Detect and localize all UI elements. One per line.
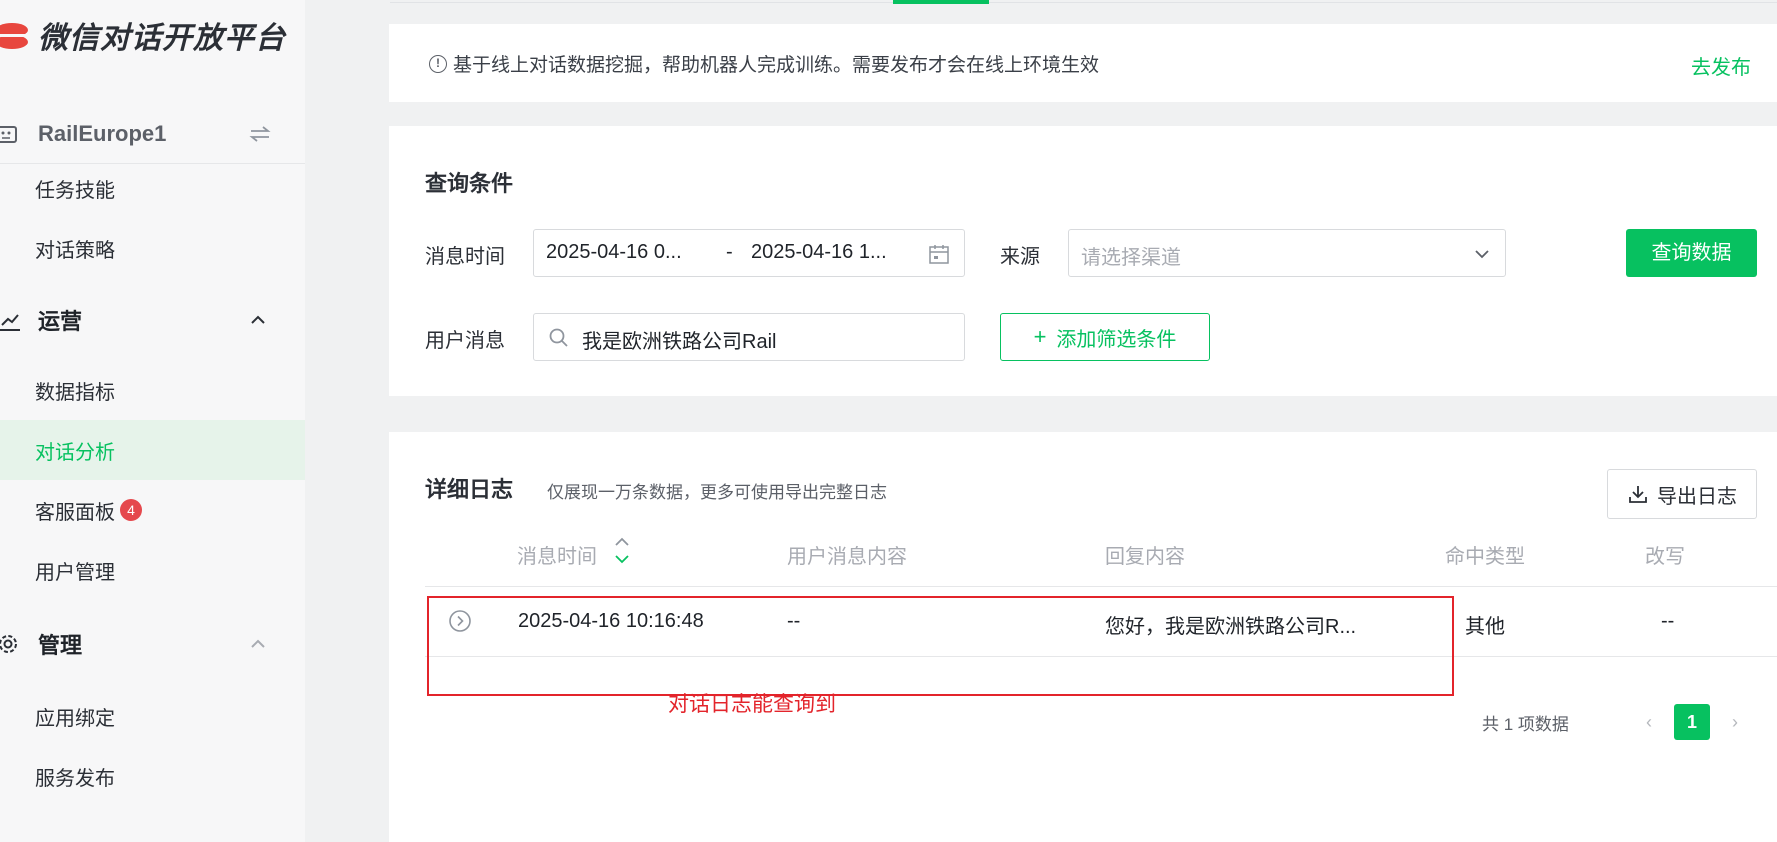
active-tab-indicator <box>893 0 989 4</box>
sidebar-item-dialog-analysis[interactable]: 对话分析 <box>0 420 305 480</box>
date-end[interactable]: 2025-04-16 1... <box>751 241 887 264</box>
source-select[interactable]: 请选择渠道 <box>1068 229 1506 277</box>
search-icon <box>549 328 568 347</box>
cell-rewrite: -- <box>1661 610 1675 632</box>
switch-icon[interactable] <box>248 122 272 146</box>
user-message-label: 用户消息 <box>425 330 505 352</box>
export-log-button[interactable]: 导出日志 <box>1607 469 1757 519</box>
notice-text: 基于线上对话数据挖掘，帮助机器人完成训练。需要发布才会在线上环境生效 <box>453 55 1100 76</box>
log-panel: 详细日志 仅展现一万条数据，更多可使用导出完整日志 导出日志 消息时间 用户消息… <box>389 432 1777 842</box>
chevron-up-icon[interactable] <box>248 310 268 330</box>
chevron-up-icon[interactable] <box>248 634 268 654</box>
sidebar-item-app-binding[interactable]: 应用绑定 <box>0 686 305 746</box>
source-placeholder: 请选择渠道 <box>1081 247 1181 269</box>
download-icon <box>1629 486 1647 503</box>
sidebar-item-user-management[interactable]: 用户管理 <box>0 540 305 600</box>
add-filter-button[interactable]: + 添加筛选条件 <box>1000 313 1210 361</box>
calendar-icon[interactable] <box>928 243 950 265</box>
query-data-button[interactable]: 查询数据 <box>1626 229 1757 277</box>
time-label: 消息时间 <box>425 246 505 268</box>
query-panel: 查询条件 消息时间 2025-04-16 0... - 2025-04-16 1… <box>389 126 1777 396</box>
sidebar-item-label: 服务发布 <box>35 767 115 790</box>
sidebar-item-service-panel[interactable]: 客服面板 4 <box>0 480 305 540</box>
pager-page-1[interactable]: 1 <box>1674 704 1710 740</box>
sidebar-item-label: 对话分析 <box>35 441 115 464</box>
sidebar-item-task-skills[interactable]: 任务技能 <box>0 158 305 218</box>
date-range-picker[interactable]: 2025-04-16 0... - 2025-04-16 1... <box>533 229 965 277</box>
source-label: 来源 <box>1000 246 1040 268</box>
sidebar-item-dialog-strategy[interactable]: 对话策略 <box>0 218 305 278</box>
column-header-rewrite: 改写 <box>1645 546 1685 568</box>
bot-name: RailEurope1 <box>38 120 167 146</box>
tab-bar-divider <box>390 2 1777 3</box>
user-message-value: 我是欧洲铁路公司Rail <box>582 331 777 353</box>
sidebar: 微信对话开放平台 RailEurope1 任务技能 对话策略 运营 数据指标 对… <box>0 0 305 842</box>
sidebar-item-label: 应用绑定 <box>35 707 115 730</box>
pager-total: 共 1 项数据 <box>1482 715 1569 734</box>
publish-link[interactable]: 去发布 <box>1691 51 1751 80</box>
sidebar-item-label: 用户管理 <box>35 561 115 584</box>
date-separator: - <box>726 241 733 263</box>
user-message-input[interactable]: 我是欧洲铁路公司Rail <box>533 313 965 361</box>
plus-icon: + <box>1033 324 1047 349</box>
sidebar-item-label: 客服面板 <box>35 501 115 524</box>
chevron-down-icon <box>1475 250 1489 259</box>
gear-icon <box>0 635 17 653</box>
bot-selector[interactable]: RailEurope1 <box>0 104 305 164</box>
notification-badge: 4 <box>120 499 142 521</box>
column-header-reply: 回复内容 <box>1105 546 1185 568</box>
sidebar-group-management[interactable]: 管理 <box>0 614 305 674</box>
log-title: 详细日志 <box>425 477 514 502</box>
log-subtitle: 仅展现一万条数据，更多可使用导出完整日志 <box>547 483 887 502</box>
sidebar-item-service-publish[interactable]: 服务发布 <box>0 746 305 806</box>
sidebar-item-label: 对话策略 <box>35 239 115 262</box>
app-title: 微信对话开放平台 <box>38 22 286 55</box>
info-icon: ! <box>429 54 447 73</box>
trend-chart-icon <box>0 314 20 331</box>
sidebar-group-label: 管理 <box>38 633 83 658</box>
notice-banner: ! 基于线上对话数据挖掘，帮助机器人完成训练。需要发布才会在线上环境生效 去发布 <box>389 24 1777 102</box>
cell-hit-type: 其他 <box>1465 616 1505 638</box>
pager-prev-button[interactable]: ‹ <box>1631 704 1667 740</box>
sidebar-item-metrics[interactable]: 数据指标 <box>0 360 305 420</box>
sidebar-group-label: 运营 <box>38 309 83 334</box>
sidebar-item-label: 数据指标 <box>35 381 115 404</box>
export-label: 导出日志 <box>1657 485 1737 508</box>
sidebar-group-operations[interactable]: 运营 <box>0 290 305 350</box>
column-header-time[interactable]: 消息时间 <box>517 540 597 569</box>
query-title: 查询条件 <box>425 171 514 196</box>
annotation-highlight-box <box>427 596 1454 696</box>
sidebar-item-label: 任务技能 <box>35 179 115 202</box>
app-logo[interactable]: 微信对话开放平台 <box>0 14 286 56</box>
logo-icon <box>0 17 30 53</box>
annotation-text: 对话日志能查询到 <box>668 693 836 716</box>
robot-icon <box>0 126 17 143</box>
sort-icon[interactable] <box>614 536 630 566</box>
table-header-divider <box>425 586 1777 587</box>
column-header-user-message: 用户消息内容 <box>787 546 907 568</box>
pager-next-button[interactable]: › <box>1717 704 1753 740</box>
add-filter-label: 添加筛选条件 <box>1056 328 1177 351</box>
date-start[interactable]: 2025-04-16 0... <box>546 241 682 264</box>
column-header-hit-type: 命中类型 <box>1445 546 1525 568</box>
